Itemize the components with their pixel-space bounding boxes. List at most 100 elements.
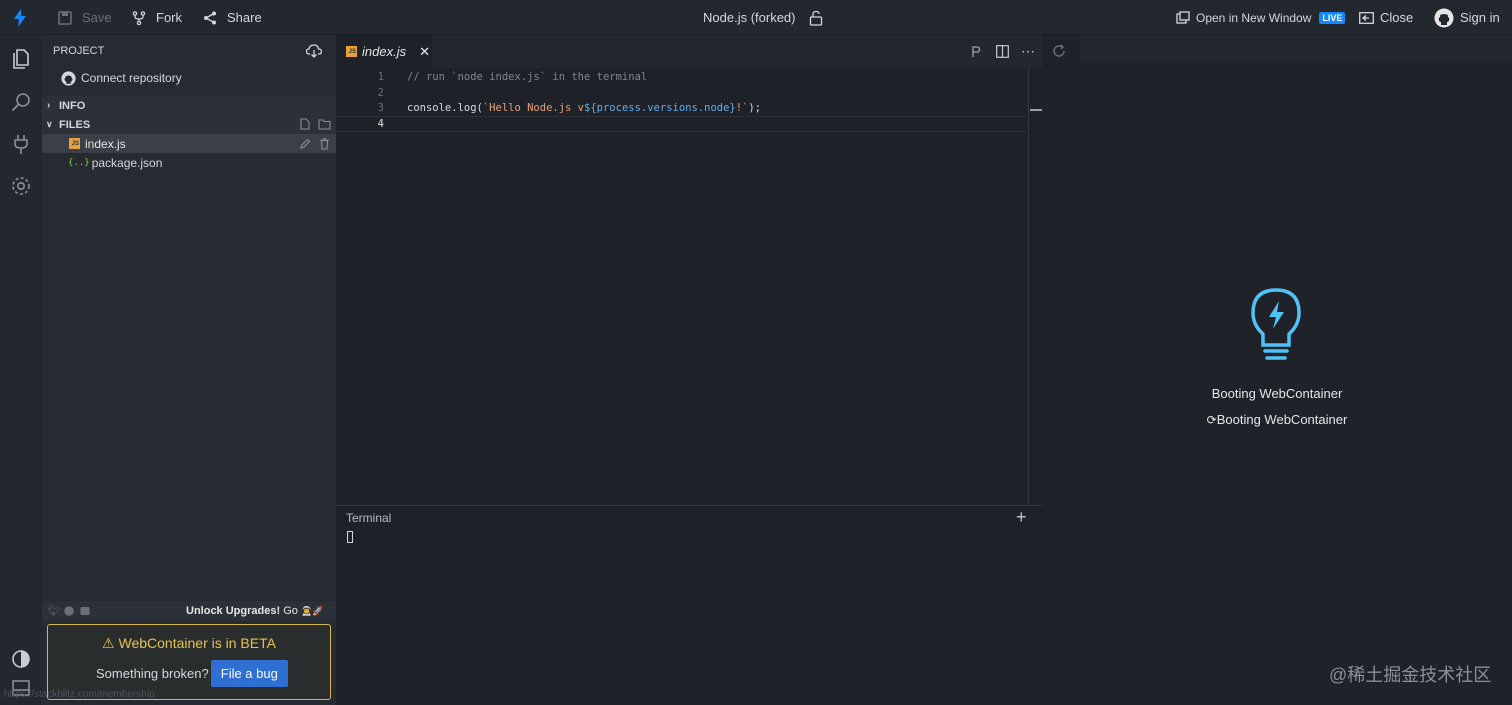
bug-report-row: Something broken? File a bug (96, 660, 288, 687)
rename-pencil-icon[interactable] (299, 138, 311, 150)
open-new-window-label: Open in New Window (1196, 10, 1312, 25)
stackblitz-logo-icon[interactable] (12, 0, 28, 35)
code-line-1: // run `node index.js` in the terminal (407, 71, 648, 83)
upgrade-bar: 🐦︎ Unlock Upgrades! Go 👨‍🚀🚀 (42, 601, 336, 621)
file-name: index.js (85, 136, 126, 151)
files-section-header[interactable]: ∨ FILES (42, 115, 336, 134)
tab-label: index.js (362, 44, 407, 59)
warning-icon: ⚠ (102, 635, 115, 651)
project-title-text: Node.js (forked) (703, 10, 796, 25)
project-header: PROJECT (42, 43, 336, 59)
connect-repository-button[interactable]: Connect repository (42, 69, 336, 87)
share-label: Share (227, 10, 262, 25)
connect-repository-label: Connect repository (81, 71, 182, 85)
unlock-go-text: Go (283, 605, 298, 617)
files-section-label: FILES (59, 118, 91, 131)
booting-title: Booting WebContainer (1211, 386, 1343, 401)
sign-in-label: Sign in (1460, 10, 1500, 25)
new-window-icon (1176, 11, 1190, 24)
fork-icon (132, 10, 146, 25)
code-string: `Hello Node.js v (482, 102, 585, 114)
discord-icon[interactable] (80, 606, 90, 616)
prettier-format-icon[interactable] (971, 46, 981, 58)
unlock-icon[interactable] (809, 10, 823, 26)
fork-label: Fork (156, 10, 182, 25)
refresh-icon[interactable] (1052, 44, 1066, 58)
fork-button[interactable]: Fork (132, 0, 182, 35)
new-file-icon[interactable] (299, 118, 311, 130)
cloud-download-icon[interactable] (306, 44, 322, 58)
share-icon (204, 11, 216, 24)
editor-tabs: JS index.js ✕ ⋯ (336, 35, 1042, 68)
beta-title: ⚠ WebContainer is in BETA (48, 635, 330, 652)
twitter-icon[interactable]: 🐦︎ (48, 606, 61, 617)
close-label: Close (1380, 10, 1414, 25)
delete-trash-icon[interactable] (319, 138, 330, 150)
json-file-icon: {..} (68, 158, 90, 168)
watermark: @稀土掘金技术社区 (1329, 665, 1492, 685)
minimap-divider (1028, 68, 1029, 505)
terminal-panel: Terminal + (336, 505, 1042, 705)
code-fn: console.log( (407, 102, 483, 114)
beta-question: Something broken? (96, 666, 209, 681)
close-panel-icon (1359, 11, 1374, 24)
preview-address-bar[interactable] (1080, 35, 1512, 62)
code-end: ); (748, 102, 762, 114)
terminal-cursor[interactable] (347, 531, 353, 543)
save-button[interactable]: Save (58, 0, 112, 35)
current-line-highlight (336, 116, 1028, 132)
overview-ruler-marker (1030, 109, 1042, 111)
status-url: https://stackblitz.com/membership (4, 689, 155, 700)
github-icon (61, 70, 76, 86)
file-a-bug-button[interactable]: File a bug (210, 660, 288, 687)
file-name: package.json (91, 156, 163, 170)
code-editor: JS index.js ✕ ⋯ 1 2 3 4 // run `node ind… (336, 35, 1042, 505)
add-terminal-icon[interactable]: + (1016, 507, 1027, 528)
project-title: Node.js (forked) (703, 0, 823, 35)
github-icon (1434, 8, 1454, 27)
chevron-down-icon: ∨ (46, 119, 53, 129)
chevron-right-icon: › (47, 100, 51, 111)
preview-panel: Booting WebContainer ⟳Booting WebContain… (1042, 35, 1512, 705)
lightbulb-bolt-icon (1251, 288, 1301, 360)
terminal-label: Terminal (346, 511, 392, 525)
line-number: 3 (377, 102, 384, 114)
share-button[interactable]: Share (203, 0, 262, 35)
unlock-upgrades-link[interactable]: Unlock Upgrades! Go 👨‍🚀🚀 (186, 605, 323, 617)
line-number: 2 (377, 87, 384, 99)
search-icon[interactable] (9, 90, 33, 114)
sidebar: PROJECT Connect repository › INFO ∨ FILE… (4, 35, 336, 705)
theme-toggle-icon[interactable] (9, 647, 33, 671)
line-number: 1 (377, 71, 384, 83)
js-file-icon: JS (346, 46, 357, 57)
tab-index-js[interactable]: JS index.js ✕ (336, 35, 432, 68)
live-badge: LIVE (1319, 11, 1346, 24)
files-explorer-icon[interactable] (9, 47, 33, 71)
spinner-icon: ⟳ (1206, 413, 1217, 427)
close-tab-icon[interactable]: ✕ (419, 44, 430, 60)
close-button[interactable]: Close (1359, 0, 1413, 35)
open-new-window-button[interactable]: Open in New Window LIVE (1176, 0, 1346, 35)
code-area[interactable]: 1 2 3 4 // run `node index.js` in the te… (336, 68, 1042, 505)
plug-icon[interactable] (9, 132, 33, 156)
file-item-package-json[interactable]: {..} package.json (42, 153, 336, 173)
code-line-3: console.log(`Hello Node.js v${process.ve… (407, 102, 761, 114)
unlock-upgrades-text: Unlock Upgrades! (186, 605, 281, 617)
activity-bar (0, 35, 42, 705)
booting-status-text: Booting WebContainer (1216, 412, 1348, 427)
project-header-label: PROJECT (53, 45, 105, 57)
top-bar: Save Fork Share Node.js (forked) Open in… (0, 0, 1512, 35)
booting-status: ⟳Booting WebContainer (1042, 412, 1512, 427)
save-label: Save (82, 10, 112, 25)
more-options-icon[interactable]: ⋯ (1021, 43, 1035, 60)
info-section-header[interactable]: › INFO (42, 96, 336, 115)
file-item-index-js[interactable]: JS index.js (42, 134, 336, 153)
save-icon (58, 10, 72, 25)
code-template: ${process.versions.node} (584, 102, 736, 114)
split-editor-icon[interactable] (996, 45, 1009, 58)
unlock-emojis: 👨‍🚀🚀 (300, 606, 324, 616)
github-icon[interactable] (64, 606, 74, 616)
settings-gear-icon[interactable] (9, 174, 33, 198)
sign-in-button[interactable]: Sign in (1434, 0, 1500, 35)
new-folder-icon[interactable] (318, 118, 331, 130)
